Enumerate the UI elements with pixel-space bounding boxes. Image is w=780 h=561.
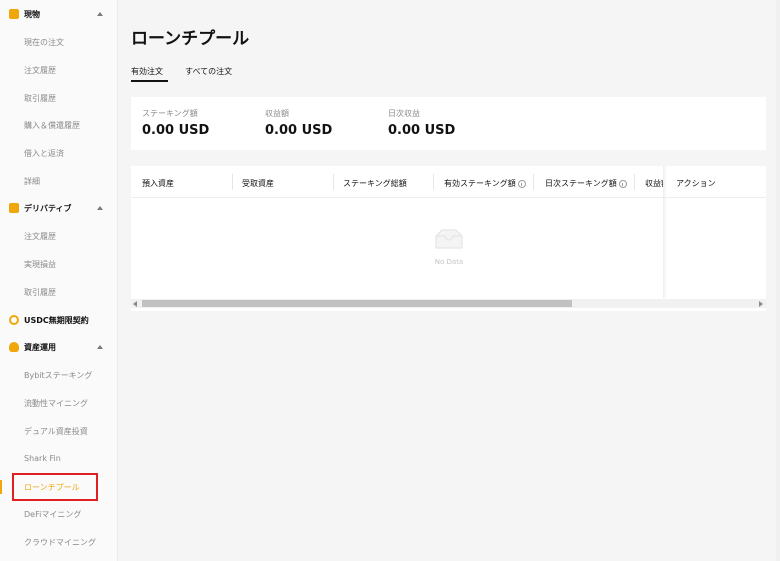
sidebar-item-trade-history[interactable]: 取引履歴 bbox=[24, 93, 56, 104]
column-separator bbox=[634, 174, 635, 190]
stats-card: ステーキング額 0.00 USD 収益額 0.00 USD 日次収益 0.00 … bbox=[131, 97, 766, 150]
chevron-up-icon bbox=[97, 345, 103, 349]
scroll-right-icon[interactable] bbox=[759, 301, 763, 307]
sidebar-item-defi-mining[interactable]: DeFiマイニング bbox=[24, 509, 81, 520]
tab-active-orders[interactable]: 有効注文 bbox=[131, 66, 163, 77]
column-header-action[interactable]: アクション bbox=[676, 178, 716, 189]
sidebar-item-liquidity-mining[interactable]: 流動性マイニング bbox=[24, 398, 88, 409]
sidebar-item-dual-asset[interactable]: デュアル資産投資 bbox=[24, 426, 88, 437]
column-header-receive-asset[interactable]: 受取資産 bbox=[242, 178, 274, 189]
page-title: ローンチプール bbox=[131, 29, 250, 49]
sidebar-item-deriv-order-history[interactable]: 注文履歴 bbox=[24, 231, 56, 242]
sidebar: 現物 現在の注文 注文履歴 取引履歴 購入＆償還履歴 借入と返済 詳細 デリバテ… bbox=[0, 0, 118, 561]
column-separator bbox=[232, 174, 233, 190]
sidebar-item-shark-fin[interactable]: Shark Fin bbox=[24, 454, 61, 463]
sidebar-section-usdc-perpetual[interactable]: USDC無期限契約 bbox=[0, 307, 118, 333]
column-header-label: 有効ステーキング額 bbox=[444, 179, 516, 188]
sidebar-item-borrow-repay[interactable]: 借入と返済 bbox=[24, 148, 64, 159]
column-header-label: アクション bbox=[676, 179, 716, 188]
tab-underline bbox=[131, 80, 168, 82]
sidebar-item-details[interactable]: 詳細 bbox=[24, 176, 40, 187]
stat-label-staking: ステーキング額 bbox=[142, 109, 198, 118]
tab-all-orders[interactable]: すべての注文 bbox=[185, 66, 232, 77]
sidebar-section-spot[interactable]: 現物 bbox=[0, 1, 118, 27]
sidebar-item-deriv-trade-history[interactable]: 取引履歴 bbox=[24, 287, 56, 298]
active-indicator bbox=[0, 480, 2, 494]
column-header-label: 収益額 bbox=[645, 179, 663, 188]
sidebar-item-purchase-redemption-history[interactable]: 購入＆償還履歴 bbox=[24, 120, 80, 131]
sticky-column-shadow bbox=[663, 166, 667, 298]
sidebar-item-current-orders[interactable]: 現在の注文 bbox=[24, 37, 64, 48]
column-header-label: 受取資産 bbox=[242, 179, 274, 188]
column-header-total-staking[interactable]: ステーキング総額 bbox=[343, 178, 407, 189]
stat-value-staking: 0.00 USD bbox=[142, 123, 210, 138]
highlight-box bbox=[12, 473, 98, 501]
column-header-effective-staking[interactable]: 有効ステーキング額 bbox=[444, 178, 526, 189]
stat-value-earnings: 0.00 USD bbox=[265, 123, 333, 138]
stat-label-daily-earnings: 日次収益 bbox=[388, 109, 420, 118]
scrollbar-thumb[interactable] bbox=[142, 300, 572, 307]
table-header-divider bbox=[131, 197, 766, 198]
column-separator bbox=[333, 174, 334, 190]
sidebar-section-label: 現物 bbox=[24, 9, 40, 19]
stat-value-daily-earnings: 0.00 USD bbox=[388, 123, 456, 138]
sidebar-section-label: 資産運用 bbox=[24, 342, 56, 352]
sidebar-item-cloud-mining[interactable]: クラウドマイニング bbox=[24, 537, 96, 548]
stat-label-earnings: 収益額 bbox=[265, 109, 289, 118]
empty-state-text: No Data bbox=[434, 258, 464, 266]
spot-coin-icon bbox=[9, 9, 19, 19]
derivatives-icon bbox=[9, 203, 19, 213]
scroll-left-icon[interactable] bbox=[133, 301, 137, 307]
column-header-label: ステーキング総額 bbox=[343, 179, 407, 188]
sidebar-item-realized-pnl[interactable]: 実現損益 bbox=[24, 259, 56, 270]
sidebar-section-label: USDC無期限契約 bbox=[24, 315, 89, 325]
usdc-coin-icon bbox=[9, 315, 19, 325]
info-icon[interactable] bbox=[517, 179, 526, 188]
sidebar-section-derivatives[interactable]: デリバティブ bbox=[0, 195, 118, 221]
column-separator bbox=[433, 174, 434, 190]
column-header-daily-staking[interactable]: 日次ステーキング額 bbox=[545, 178, 627, 189]
column-header-earnings[interactable]: 収益額 bbox=[645, 178, 663, 189]
chevron-up-icon bbox=[97, 206, 103, 210]
column-header-label: 日次ステーキング額 bbox=[545, 179, 617, 188]
info-icon[interactable] bbox=[618, 179, 627, 188]
chevron-up-icon bbox=[97, 12, 103, 16]
asset-management-icon bbox=[9, 342, 19, 352]
sidebar-section-label: デリバティブ bbox=[24, 203, 72, 213]
empty-box-icon bbox=[435, 229, 463, 249]
sidebar-item-order-history[interactable]: 注文履歴 bbox=[24, 65, 56, 76]
sidebar-item-bybit-staking[interactable]: Bybitステーキング bbox=[24, 370, 92, 381]
column-header-label: 預入資産 bbox=[142, 179, 174, 188]
column-separator bbox=[533, 174, 534, 190]
sidebar-section-asset-management[interactable]: 資産運用 bbox=[0, 334, 118, 360]
column-header-deposit-asset[interactable]: 預入資産 bbox=[142, 178, 174, 189]
page-scrollbar[interactable] bbox=[776, 0, 780, 561]
